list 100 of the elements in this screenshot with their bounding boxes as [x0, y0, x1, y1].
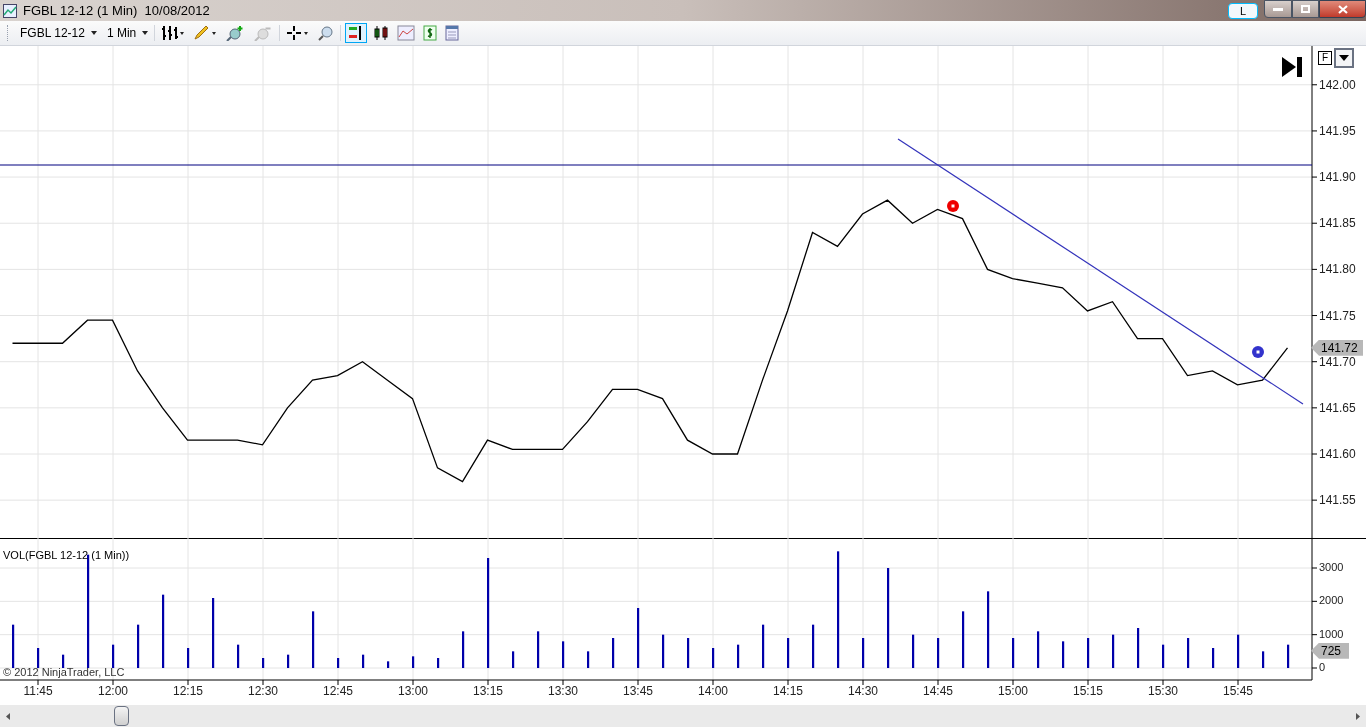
volume-bar — [1162, 644, 1165, 668]
volume-bar — [187, 648, 190, 668]
time-axis-label: 15:30 — [1148, 684, 1178, 698]
time-axis-label: 13:30 — [548, 684, 578, 698]
bars-icon — [161, 25, 186, 41]
volume-bar — [587, 651, 590, 668]
volume-bar — [37, 648, 40, 668]
volume-bar — [212, 598, 215, 668]
time-axis-label: 12:15 — [173, 684, 203, 698]
pencil-icon — [193, 25, 218, 41]
time-axis-label: 13:15 — [473, 684, 503, 698]
candlestick-icon — [373, 25, 390, 41]
price-axis-label: 141.85 — [1319, 216, 1356, 231]
order-tool[interactable] — [345, 23, 368, 43]
properties-tool[interactable] — [443, 23, 462, 43]
volume-bar — [1137, 628, 1140, 668]
time-axis-label: 14:15 — [773, 684, 803, 698]
volume-panel-title: VOL(FGBL 12-12 (1 Min)) — [3, 549, 130, 561]
price-axis-label: 141.95 — [1319, 123, 1356, 138]
price-axis-label: 141.90 — [1319, 170, 1356, 185]
volume-bar — [662, 634, 665, 668]
volume-bar — [637, 608, 640, 668]
price-axis-label: 141.75 — [1319, 308, 1356, 323]
list-window-icon — [445, 25, 460, 41]
time-axis-label: 14:00 — [698, 684, 728, 698]
volume-bar — [387, 661, 390, 668]
volume-bar — [1062, 641, 1065, 668]
last-volume-label: 725 — [1311, 642, 1349, 659]
price-axis-label: 141.70 — [1319, 354, 1356, 369]
volume-bar — [312, 611, 315, 668]
caret-icon — [90, 31, 97, 35]
volume-bar — [1237, 634, 1240, 668]
search-icon — [318, 25, 335, 41]
strategy-tool[interactable] — [421, 23, 440, 43]
format-button[interactable]: F — [1318, 51, 1332, 65]
volume-bar — [437, 658, 440, 668]
volume-bar — [1262, 651, 1265, 668]
volume-bar — [1212, 648, 1215, 668]
dropdown-button[interactable] — [1334, 48, 1354, 68]
volume-bar — [362, 654, 365, 668]
volume-bar — [287, 654, 290, 668]
volume-bar — [762, 624, 765, 668]
order-marker-icon[interactable] — [1252, 346, 1264, 358]
volume-bar — [737, 644, 740, 668]
volume-bar — [1187, 638, 1190, 668]
price-axis-label: 141.60 — [1319, 447, 1356, 461]
scroll-left-icon — [6, 712, 10, 720]
caret-icon — [142, 31, 149, 35]
volume-bar — [462, 631, 465, 668]
volume-bar — [237, 644, 240, 668]
dollar-icon — [423, 25, 438, 41]
restore-button[interactable] — [1292, 0, 1319, 18]
volume-bar — [112, 644, 115, 668]
minimize-button[interactable] — [1264, 0, 1292, 18]
volume-bar — [812, 624, 815, 668]
volume-axis-label: 1000 — [1319, 627, 1344, 640]
volume-bar — [912, 634, 915, 668]
volume-bar — [537, 631, 540, 668]
price-axis-label: 141.55 — [1319, 493, 1356, 508]
time-axis-label: 13:45 — [623, 684, 653, 698]
volume-axis-label: 3000 — [1319, 561, 1344, 573]
time-axis-label: 14:45 — [923, 684, 953, 698]
volume-bar — [262, 658, 265, 668]
volume-bar — [12, 624, 15, 668]
scrollbar-thumb[interactable] — [114, 706, 129, 726]
time-axis-label: 12:00 — [98, 684, 128, 698]
window-title: FGBL 12-12 (1 Min) 10/08/2012 — [23, 1, 210, 20]
time-axis-label: 13:00 — [398, 684, 428, 698]
volume-axis-label: 2000 — [1319, 594, 1344, 607]
mode-button[interactable]: L — [1228, 2, 1258, 19]
time-axis-label: 15:45 — [1223, 684, 1253, 698]
order-marker-icon[interactable] — [947, 200, 959, 212]
trend-line[interactable] — [897, 138, 1304, 405]
instrument-dropdown[interactable]: FGBL 12-12 — [16, 24, 101, 42]
volume-bar — [1037, 631, 1040, 668]
crosshair-icon — [286, 25, 311, 41]
volume-bar — [1087, 638, 1090, 668]
time-axis-label: 11:45 — [23, 684, 53, 698]
time-axis-label: 14:30 — [848, 684, 878, 698]
time-axis-label: 12:45 — [323, 684, 353, 698]
close-button[interactable] — [1319, 0, 1366, 18]
volume-bar — [562, 641, 565, 668]
volume-bar — [962, 611, 965, 668]
volume-bar — [337, 658, 340, 668]
chart-window-icon — [397, 25, 416, 41]
last-price-label: 141.72 — [1311, 339, 1363, 356]
volume-bar — [1112, 634, 1115, 668]
horizontal-scrollbar[interactable] — [0, 705, 1366, 727]
volume-bar — [862, 638, 865, 668]
volume-bar — [937, 638, 940, 668]
magnifier-minus-icon — [253, 25, 274, 41]
interval-dropdown[interactable]: 1 Min — [104, 24, 151, 42]
volume-bar — [62, 654, 65, 668]
volume-bar — [1287, 644, 1290, 668]
jump-to-end-icon[interactable] — [1282, 57, 1302, 77]
close-icon — [1337, 4, 1348, 14]
time-axis-label: 15:00 — [998, 684, 1028, 698]
magnifier-plus-icon — [225, 25, 246, 41]
volume-bar — [412, 656, 415, 668]
volume-bar — [712, 648, 715, 668]
